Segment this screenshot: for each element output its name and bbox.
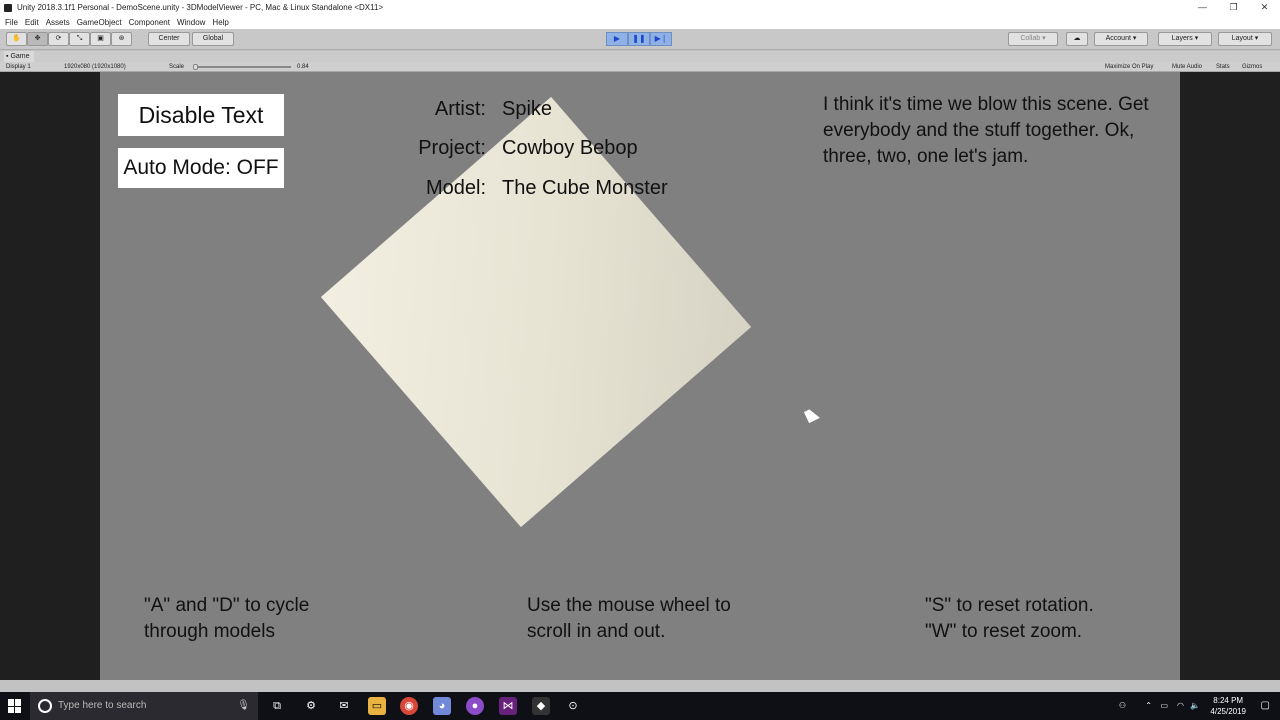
window-title-bar: Unity 2018.3.1f1 Personal - DemoScene.un… [0,0,1280,15]
resolution-dropdown[interactable]: 1920x080 (1920x1080) [64,62,126,72]
mail-icon[interactable]: ✉ [335,697,353,715]
artist-label: Artist: [434,98,486,120]
volume-icon[interactable]: 🔈 [1190,701,1200,710]
model-label: Model: [425,177,486,199]
windows-start-icon[interactable] [8,699,22,713]
unity-logo-icon [4,3,12,12]
artist-value: Spike [502,98,553,120]
move-tool-icon[interactable]: ✥ [27,32,48,46]
menu-file[interactable]: File [5,18,18,27]
reset-zoom-hint: "W" to reset zoom. [925,621,1083,642]
clock-date: 4/25/2019 [1210,707,1246,716]
pause-icon[interactable]: ❚❚ [628,32,650,46]
file-explorer-icon[interactable]: ▭ [368,697,386,715]
layout-label: Layout [1231,35,1253,42]
menu-component[interactable]: Component [129,18,170,27]
unity-hub-icon[interactable]: ⊙ [564,697,582,715]
disable-text-button[interactable]: Disable Text [118,94,284,136]
pivot-toggle[interactable]: Center [148,32,190,46]
menu-bar: File Edit Assets GameObject Component Wi… [0,15,1280,29]
cube-model[interactable] [320,96,752,528]
people-icon[interactable]: ⚇ [1119,701,1126,710]
account-label: Account [1105,35,1131,42]
stats-toggle[interactable]: Stats [1216,62,1230,72]
unity-taskbar-icon[interactable]: ◆ [532,697,550,715]
mouse-wheel-hint: Use the mouse wheel to scroll in and out… [527,595,731,642]
rect-tool-icon[interactable]: ▣ [90,32,111,46]
scale-slider-handle[interactable] [193,64,198,70]
game-view-bar: Display 1 1920x080 (1920x1080) Scale 0.8… [0,62,1280,72]
main-toolbar: ✋ ✥ ⟳ ⤡ ▣ ⊛ Center Global ▶ ❚❚ ▶❘ Collab… [0,29,1280,50]
tab-game-label: Game [10,53,30,60]
step-icon[interactable]: ▶❘ [650,32,672,46]
status-bar [0,680,1280,692]
window-title: Unity 2018.3.1f1 Personal - DemoScene.un… [17,3,384,12]
game-render[interactable]: Disable Text Auto Mode: OFF Artist: Spik… [100,72,1180,680]
transform-tool-icon[interactable]: ⊛ [111,32,132,46]
layers-dropdown[interactable]: Layers ▾ [1158,32,1212,46]
search-placeholder: Type here to search [58,700,147,711]
cortana-icon [38,699,52,713]
taskbar-search-box[interactable]: Type here to search 🎙 [30,692,258,720]
battery-icon[interactable]: ▭ [1160,701,1168,710]
microphone-icon[interactable]: 🎙 [237,692,250,720]
scale-tool-icon[interactable]: ⤡ [69,32,90,46]
visual-studio-icon[interactable]: ⋈ [499,697,517,715]
scale-slider-track[interactable] [195,66,291,68]
menu-edit[interactable]: Edit [25,18,39,27]
hand-tool-icon[interactable]: ✋ [6,32,27,46]
mouse-cursor-icon [804,407,820,423]
pivot-label: Center [158,35,180,42]
tab-game[interactable]: ▪ Game [4,51,34,62]
layout-dropdown[interactable]: Layout ▾ [1218,32,1272,46]
menu-gameobject[interactable]: GameObject [77,18,122,27]
close-button[interactable]: ✕ [1249,0,1280,15]
twitch-icon[interactable]: ● [466,697,484,715]
gizmos-dropdown[interactable]: Gizmos [1242,62,1262,72]
menu-window[interactable]: Window [177,18,205,27]
maximize-on-play-toggle[interactable]: Maximize On Play [1105,62,1153,72]
model-value: The Cube Monster [502,177,668,199]
play-icon[interactable]: ▶ [606,32,628,46]
cloud-icon[interactable]: ☁ [1066,32,1088,46]
collab-label: Collab [1020,35,1041,42]
auto-mode-button[interactable]: Auto Mode: OFF [118,148,284,188]
play-controls: ▶ ❚❚ ▶❘ [606,32,672,46]
rotate-tool-icon[interactable]: ⟳ [48,32,69,46]
settings-gear-icon[interactable]: ⚙ [302,697,320,715]
chrome-icon[interactable]: ◉ [400,697,418,715]
wifi-icon[interactable]: ◠ [1177,701,1184,710]
taskbar-clock[interactable]: 8:24 PM 4/25/2019 [1210,695,1246,717]
discord-icon[interactable]: ◕ [433,697,451,715]
project-label: Project: [418,137,486,159]
show-hidden-icons-icon[interactable]: ⌃ [1145,701,1152,710]
game-tab-strip: ▪ Game [0,51,1280,62]
minimize-button[interactable]: — [1187,0,1218,15]
collab-dropdown[interactable]: Collab ▾ [1008,32,1058,46]
reset-rotation-hint: "S" to reset rotation. [925,595,1094,616]
project-value: Cowboy Bebop [502,137,638,159]
account-dropdown[interactable]: Account ▾ [1094,32,1148,46]
layers-label: Layers [1171,35,1193,42]
space-toggle[interactable]: Global [192,32,234,46]
menu-assets[interactable]: Assets [46,18,70,27]
clock-time: 8:24 PM [1213,696,1244,705]
quote-text: I think it's time we blow this scene. Ge… [823,94,1149,167]
display-dropdown[interactable]: Display 1 [6,62,31,72]
task-view-icon[interactable]: ⧉ [268,697,286,715]
game-viewport: Disable Text Auto Mode: OFF Artist: Spik… [0,72,1280,680]
cycle-hint: "A" and "D" to cycle through models [144,595,310,642]
scale-value: 0.84 [297,64,309,70]
menu-help[interactable]: Help [212,18,228,27]
mute-audio-toggle[interactable]: Mute Audio [1172,62,1202,72]
notifications-icon[interactable]: ▢ [1261,700,1270,711]
windows-taskbar: Type here to search 🎙 ⧉ ⚙ ✉ ▭ ◉ ◕ ● ⋈ ◆ … [0,692,1280,720]
maximize-button[interactable]: ❐ [1218,0,1249,15]
space-label: Global [202,35,224,42]
scale-label: Scale [169,64,185,70]
